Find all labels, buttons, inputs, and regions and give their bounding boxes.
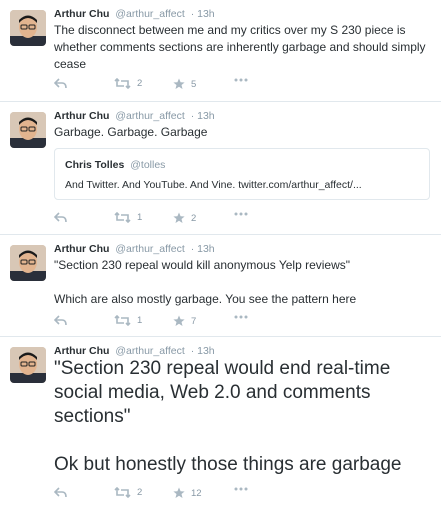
tweet-header: Arthur Chu @arthur_affect · 13h <box>54 345 215 357</box>
reply-button[interactable] <box>54 487 67 498</box>
quoted-author[interactable]: Chris Tolles @tolles <box>65 159 165 171</box>
dot-separator: · <box>190 345 195 357</box>
like-button[interactable]: 12 <box>173 487 202 499</box>
like-count: 7 <box>191 315 197 327</box>
more-icon <box>234 78 248 82</box>
retweet-count: 2 <box>137 78 143 89</box>
reply-button[interactable] <box>54 78 67 89</box>
tweet-text: "Section 230 repeal would kill anonymous… <box>54 258 357 306</box>
tweet[interactable]: Arthur Chu @arthur_affect · 13h Garbage.… <box>0 102 441 235</box>
retweet-icon <box>114 212 131 223</box>
more-icon <box>234 487 248 491</box>
tweet-text: The disconnect between me and my critics… <box>54 23 426 71</box>
more-button[interactable] <box>234 315 248 319</box>
like-count: 5 <box>191 78 197 90</box>
reply-icon <box>54 487 67 498</box>
quoted-author-handle: @tolles <box>130 159 166 171</box>
author-handle[interactable]: @arthur_affect <box>115 8 184 20</box>
retweet-button[interactable]: 1 <box>114 212 142 223</box>
timestamp[interactable]: 13h <box>197 243 215 255</box>
star-icon <box>173 78 185 89</box>
avatar[interactable] <box>10 112 46 148</box>
author-handle[interactable]: @arthur_affect <box>115 243 184 255</box>
like-button[interactable]: 5 <box>173 78 196 90</box>
like-button[interactable]: 2 <box>173 212 196 224</box>
like-count: 12 <box>191 487 202 499</box>
reply-button[interactable] <box>54 315 67 326</box>
timeline: Arthur Chu @arthur_affect · 13h The disc… <box>0 0 441 509</box>
quoted-author-name: Chris Tolles <box>65 159 125 171</box>
retweet-icon <box>114 78 131 89</box>
like-count: 2 <box>191 212 197 224</box>
author-handle[interactable]: @arthur_affect <box>115 110 184 122</box>
author-name[interactable]: Arthur Chu <box>54 345 109 357</box>
retweet-icon <box>114 487 131 498</box>
reply-icon <box>54 78 67 89</box>
avatar[interactable] <box>10 245 46 281</box>
avatar-image <box>10 10 46 46</box>
tweet-text: "Section 230 repeal would end real-time … <box>54 358 402 475</box>
reply-icon <box>54 212 67 223</box>
retweet-count: 1 <box>137 315 143 326</box>
reply-icon <box>54 315 67 326</box>
tweet-header: Arthur Chu @arthur_affect · 13h <box>54 8 215 20</box>
retweet-count: 1 <box>137 212 143 223</box>
more-button[interactable] <box>234 78 248 82</box>
timestamp[interactable]: 13h <box>197 345 215 357</box>
timestamp[interactable]: 13h <box>197 8 215 20</box>
dot-separator: · <box>190 8 195 20</box>
reply-button[interactable] <box>54 212 67 223</box>
author-name[interactable]: Arthur Chu <box>54 243 109 255</box>
dot-separator: · <box>190 243 195 255</box>
avatar[interactable] <box>10 347 46 383</box>
retweet-button[interactable]: 2 <box>114 78 142 89</box>
tweet[interactable]: Arthur Chu @arthur_affect · 13h The disc… <box>0 0 441 102</box>
more-button[interactable] <box>234 212 248 216</box>
author-name[interactable]: Arthur Chu <box>54 110 109 122</box>
tweet[interactable]: Arthur Chu @arthur_affect · 13h "Section… <box>0 235 441 337</box>
author-name[interactable]: Arthur Chu <box>54 8 109 20</box>
more-button[interactable] <box>234 487 248 491</box>
tweet-header: Arthur Chu @arthur_affect · 13h <box>54 243 215 255</box>
star-icon <box>173 212 185 223</box>
dot-separator: · <box>190 110 195 122</box>
tweet[interactable]: Arthur Chu @arthur_affect · 13h "Section… <box>0 337 441 509</box>
like-button[interactable]: 7 <box>173 315 196 327</box>
timestamp[interactable]: 13h <box>197 110 215 122</box>
retweet-button[interactable]: 2 <box>114 487 142 498</box>
retweet-button[interactable]: 1 <box>114 315 142 326</box>
star-icon <box>173 315 185 326</box>
quoted-text: And Twitter. And YouTube. And Vine. twit… <box>65 179 362 191</box>
avatar-image <box>10 112 46 148</box>
author-handle[interactable]: @arthur_affect <box>115 345 184 357</box>
avatar-image <box>10 347 46 383</box>
star-icon <box>173 487 185 498</box>
avatar-image <box>10 245 46 281</box>
quoted-tweet[interactable]: Chris Tolles @tolles And Twitter. And Yo… <box>54 148 430 200</box>
tweet-text: Garbage. Garbage. Garbage <box>54 125 208 139</box>
retweet-icon <box>114 315 131 326</box>
more-icon <box>234 212 248 216</box>
more-icon <box>234 315 248 319</box>
avatar[interactable] <box>10 10 46 46</box>
tweet-header: Arthur Chu @arthur_affect · 13h <box>54 110 215 122</box>
retweet-count: 2 <box>137 487 143 498</box>
